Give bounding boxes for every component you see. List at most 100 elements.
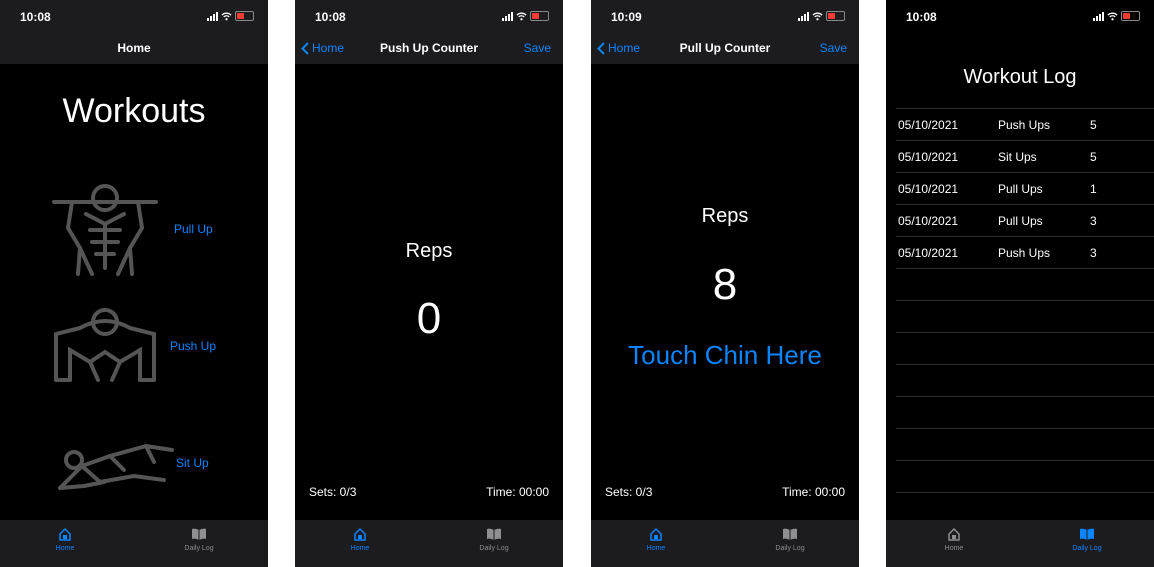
row-date: 05/10/2021 xyxy=(898,118,959,132)
home-icon xyxy=(650,527,662,541)
row-exercise: Pull Ups xyxy=(998,214,1043,228)
row-date: 05/10/2021 xyxy=(898,214,959,228)
push-up-figure-icon[interactable] xyxy=(50,304,160,388)
row-count: 5 xyxy=(1090,150,1097,164)
tab-bar: Home Daily Log xyxy=(591,520,859,567)
status-icons xyxy=(502,11,549,21)
empty-row xyxy=(896,364,1154,396)
sets-label: Sets: 0/3 xyxy=(309,485,357,499)
save-button[interactable]: Save xyxy=(524,41,551,55)
tab-daily-log[interactable]: Daily Log xyxy=(459,527,529,552)
status-time: 10:08 xyxy=(20,10,51,24)
workout-push-up[interactable]: Push Up xyxy=(40,300,240,400)
push-up-counter-screen: 10:08 Home Push Up Counter Save Reps 0 S… xyxy=(295,0,563,567)
empty-row xyxy=(896,428,1154,460)
status-icons xyxy=(798,11,845,21)
page-title: Workout Log xyxy=(963,66,1077,88)
home-icon xyxy=(354,527,366,541)
book-icon xyxy=(783,528,797,540)
table-row[interactable]: 05/10/2021 Pull Ups 1 xyxy=(896,172,1154,204)
battery-icon xyxy=(235,11,254,21)
table-row[interactable]: 05/10/2021 Push Ups 3 xyxy=(896,236,1154,268)
wifi-icon xyxy=(221,12,232,20)
home-icon xyxy=(59,527,71,541)
tab-home-label: Home xyxy=(350,545,370,552)
tab-home[interactable]: Home xyxy=(621,527,691,552)
status-bar: 10:09 xyxy=(591,0,859,34)
workout-sit-up[interactable]: Sit Up xyxy=(40,430,240,530)
pull-up-figure-icon[interactable] xyxy=(50,178,160,278)
empty-row xyxy=(896,268,1154,300)
nav-bar: Home Push Up Counter Save xyxy=(295,34,563,64)
touch-chin-button[interactable]: Touch Chin Here xyxy=(591,340,859,371)
battery-icon xyxy=(1121,11,1140,21)
status-time: 10:09 xyxy=(611,10,642,24)
sit-up-link[interactable]: Sit Up xyxy=(176,456,209,470)
time-label: Time: 00:00 xyxy=(486,485,549,499)
tab-bar: Home Daily Log xyxy=(0,520,268,567)
table-row[interactable]: 05/10/2021 Pull Ups 3 xyxy=(896,204,1154,236)
status-icons xyxy=(1093,11,1140,21)
empty-row xyxy=(896,396,1154,428)
tab-home[interactable]: Home xyxy=(325,527,395,552)
tab-daily-log-label: Daily Log xyxy=(1072,545,1102,552)
signal-icon xyxy=(1093,11,1104,21)
table-row[interactable]: 05/10/2021 Push Ups 5 xyxy=(896,108,1154,140)
status-icons xyxy=(207,11,254,21)
reps-label: Reps xyxy=(405,240,453,262)
signal-icon xyxy=(207,11,218,21)
row-count: 1 xyxy=(1090,182,1097,196)
workout-pull-up[interactable]: Pull Up xyxy=(40,178,240,278)
row-date: 05/10/2021 xyxy=(898,150,959,164)
push-up-link[interactable]: Push Up xyxy=(170,339,216,353)
workout-log-table: 05/10/2021 Push Ups 5 05/10/2021 Sit Ups… xyxy=(896,108,1154,525)
workout-log-screen: 10:08 Workout Log 05/10/2021 Push Ups 5 … xyxy=(886,0,1154,567)
nav-bar: Home xyxy=(0,34,268,64)
status-bar: 10:08 xyxy=(886,0,1154,34)
tab-daily-log[interactable]: Daily Log xyxy=(755,527,825,552)
home-screen: 10:08 Home Workouts Pull Up Push Up Sit … xyxy=(0,0,268,567)
status-bar: 10:08 xyxy=(295,0,563,34)
battery-icon xyxy=(530,11,549,21)
tab-home-label: Home xyxy=(646,545,666,552)
reps-label: Reps xyxy=(701,205,749,227)
tab-daily-log[interactable]: Daily Log xyxy=(1052,527,1122,552)
pull-up-counter-screen: 10:09 Home Pull Up Counter Save Reps 8 T… xyxy=(591,0,859,567)
book-icon xyxy=(1080,528,1094,540)
status-time: 10:08 xyxy=(315,10,346,24)
tab-daily-log[interactable]: Daily Log xyxy=(164,527,234,552)
book-icon xyxy=(487,528,501,540)
table-row[interactable]: 05/10/2021 Sit Ups 5 xyxy=(896,140,1154,172)
row-date: 05/10/2021 xyxy=(898,246,959,260)
row-exercise: Pull Ups xyxy=(998,182,1043,196)
sit-up-figure-icon[interactable] xyxy=(54,436,178,496)
row-exercise: Push Ups xyxy=(998,246,1051,260)
empty-row xyxy=(896,460,1154,492)
empty-row xyxy=(896,332,1154,364)
time-label: Time: 00:00 xyxy=(782,485,845,499)
tab-daily-log-label: Daily Log xyxy=(479,545,509,552)
signal-icon xyxy=(502,11,513,21)
wifi-icon xyxy=(516,12,527,20)
tab-home[interactable]: Home xyxy=(919,527,989,552)
status-bar: 10:08 xyxy=(0,0,268,34)
save-button[interactable]: Save xyxy=(820,41,847,55)
wifi-icon xyxy=(1107,12,1118,20)
wifi-icon xyxy=(812,12,823,20)
row-exercise: Push Ups xyxy=(998,118,1051,132)
empty-row xyxy=(896,300,1154,332)
tab-home[interactable]: Home xyxy=(30,527,100,552)
book-icon xyxy=(192,528,206,540)
home-icon xyxy=(948,527,960,541)
page-title: Workouts xyxy=(62,92,206,130)
nav-title: Home xyxy=(117,41,151,55)
pull-up-link[interactable]: Pull Up xyxy=(174,222,213,236)
row-count: 3 xyxy=(1090,214,1097,228)
tab-bar: Home Daily Log xyxy=(886,520,1154,567)
reps-count[interactable]: 0 xyxy=(295,294,563,344)
tab-home-label: Home xyxy=(55,545,75,552)
reps-count: 8 xyxy=(712,260,738,309)
nav-bar: Home Pull Up Counter Save xyxy=(591,34,859,64)
status-time: 10:08 xyxy=(906,10,937,24)
sets-label: Sets: 0/3 xyxy=(605,485,653,499)
